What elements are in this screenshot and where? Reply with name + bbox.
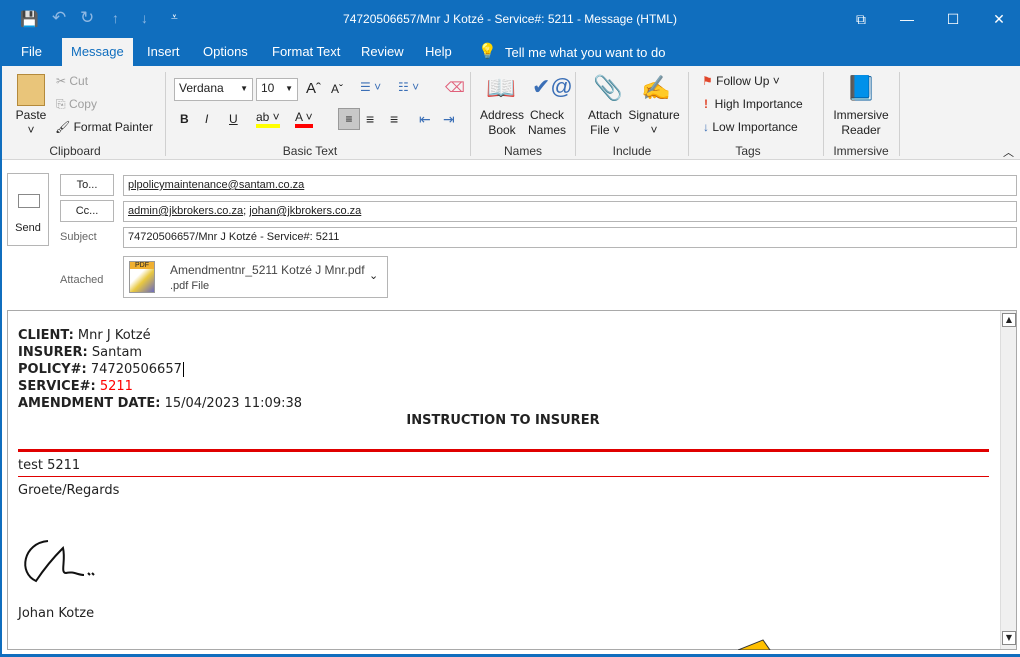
signature-icon: ✍: [641, 75, 671, 102]
font-size-select[interactable]: 10 ▼: [256, 78, 298, 101]
basic-text-group-label: Basic Text: [282, 144, 338, 158]
follow-up-button[interactable]: ⚑ Follow Up ˅: [702, 74, 780, 88]
tab-review[interactable]: Review: [352, 38, 413, 66]
tab-format-text[interactable]: Format Text: [263, 38, 349, 66]
low-importance-button[interactable]: ↓ Low Importance: [703, 120, 798, 134]
check-names-icon: ✔@: [532, 74, 573, 99]
attachment-type: .pdf File: [170, 280, 210, 292]
check-names-button[interactable]: Check Names: [526, 108, 568, 138]
align-left-button[interactable]: ≡: [338, 108, 360, 130]
attachment-item[interactable]: PDF Amendmentnr_5211 Kotzé J Mnr.pdf .pd…: [123, 256, 388, 298]
underline-button[interactable]: U: [229, 112, 238, 126]
scrollbar[interactable]: ▲ ▼: [1000, 311, 1016, 649]
decrease-indent-icon[interactable]: ⇤: [419, 111, 431, 128]
red-rule: [18, 449, 989, 452]
names-group-label: Names: [503, 144, 542, 158]
attachment-name: Amendmentnr_5211 Kotzé J Mnr.pdf: [170, 263, 365, 277]
tab-help[interactable]: Help: [416, 38, 461, 66]
tab-file[interactable]: File: [12, 38, 51, 66]
body-text: test 5211: [18, 458, 81, 473]
divider: [688, 72, 689, 156]
format-painter-button[interactable]: 🖌 Format Painter: [55, 120, 153, 134]
signature-image: [24, 540, 95, 583]
collapse-ribbon-icon[interactable]: ︿: [1003, 144, 1014, 160]
attached-label: Attached: [60, 274, 104, 286]
tab-insert[interactable]: Insert: [138, 38, 189, 66]
high-importance-button[interactable]: ! High Importance: [704, 97, 803, 111]
chevron-down-icon[interactable]: ⌄: [369, 269, 378, 282]
lightbulb-icon: 💡: [478, 43, 497, 60]
tags-group-label: Tags: [735, 144, 761, 158]
to-button[interactable]: To...: [60, 174, 114, 196]
signature-button[interactable]: Signature ˅: [626, 108, 682, 138]
paperclip-icon: 📎: [593, 75, 623, 102]
minimize-button[interactable]: —: [884, 0, 930, 38]
title-bar: 💾 ↶ ↻ ↑ ↓ ⩡ 74720506657/Mnr J Kotzé - Se…: [0, 0, 1020, 38]
to-field[interactable]: plpolicymaintenance@santam.co.za: [123, 175, 1017, 196]
exclamation-icon: !: [704, 97, 708, 111]
bold-button[interactable]: B: [180, 112, 189, 126]
divider: [823, 72, 824, 156]
close-button[interactable]: ✕: [976, 0, 1020, 38]
paste-icon: [17, 74, 45, 106]
clipboard-group-label: Clipboard: [49, 144, 101, 158]
divider: [575, 72, 576, 156]
logo-fragment: [738, 639, 771, 650]
tab-message[interactable]: Message: [62, 38, 133, 66]
paste-button[interactable]: Paste ˅: [12, 108, 50, 138]
arrow-down-icon: ↓: [703, 120, 709, 134]
signer-name: Johan Kotze: [18, 606, 95, 621]
subject-label: Subject: [60, 231, 97, 243]
italic-button[interactable]: I: [205, 112, 208, 126]
subject-field[interactable]: 74720506657/Mnr J Kotzé - Service#: 5211: [123, 227, 1017, 248]
align-center-button[interactable]: ≡: [366, 111, 374, 127]
divider: [470, 72, 471, 156]
cut-button[interactable]: ✂ Cut: [56, 74, 88, 88]
address-book-icon: 📖: [486, 75, 516, 102]
instruction-heading: INSTRUCTION TO INSURER: [406, 413, 600, 428]
flag-icon: ⚑: [702, 74, 713, 88]
window-border: [0, 38, 2, 657]
scroll-down-icon[interactable]: ▼: [1002, 631, 1016, 645]
tab-options[interactable]: Options: [194, 38, 257, 66]
scroll-up-icon[interactable]: ▲: [1002, 313, 1016, 327]
immersive-reader-button[interactable]: Immersive Reader: [830, 108, 892, 138]
grow-font-icon[interactable]: Aˆ: [306, 80, 321, 97]
font-color-icon[interactable]: A ˅: [295, 110, 313, 128]
tell-me-search[interactable]: Tell me what you want to do: [505, 45, 665, 60]
font-name-select[interactable]: Verdana ▼: [174, 78, 253, 101]
divider: [899, 72, 900, 156]
immersive-reader-icon: 📘: [846, 75, 876, 102]
copy-button[interactable]: ⎘ Copy: [56, 97, 97, 112]
ribbon-display-icon[interactable]: ⧉: [838, 0, 884, 38]
align-right-button[interactable]: ≡: [390, 111, 398, 127]
increase-indent-icon[interactable]: ⇥: [443, 111, 455, 128]
shrink-font-icon[interactable]: Aˇ: [331, 82, 343, 96]
ribbon-tabs: File Message Insert Options Format Text …: [0, 38, 1020, 66]
immersive-group-label: Immersive: [833, 144, 889, 158]
divider: [165, 72, 166, 156]
cc-button[interactable]: Cc...: [60, 200, 114, 222]
attach-file-button[interactable]: Attach File ˅: [583, 108, 627, 138]
regards-text: Groete/Regards: [18, 483, 120, 498]
clear-formatting-icon[interactable]: ⌫: [445, 79, 465, 96]
red-rule: [18, 476, 989, 477]
message-body[interactable]: CLIENT: Mnr J Kotzé INSURER: Santam POLI…: [7, 310, 1017, 650]
cc-field[interactable]: admin@jkbrokers.co.za; johan@jkbrokers.c…: [123, 201, 1017, 222]
bullets-icon[interactable]: ☰ ˅: [360, 80, 381, 94]
highlight-icon[interactable]: ab ˅: [256, 110, 280, 128]
maximize-button[interactable]: ☐: [930, 0, 976, 38]
address-book-button[interactable]: Address Book: [478, 108, 526, 138]
envelope-icon: [18, 194, 40, 208]
send-button[interactable]: Send: [7, 173, 49, 246]
numbering-icon[interactable]: ☷ ˅: [398, 80, 419, 94]
ribbon: Paste ˅ ✂ Cut ⎘ Copy 🖌 Format Painter Cli…: [0, 66, 1020, 160]
pdf-icon: PDF: [129, 261, 155, 293]
include-group-label: Include: [612, 144, 652, 158]
